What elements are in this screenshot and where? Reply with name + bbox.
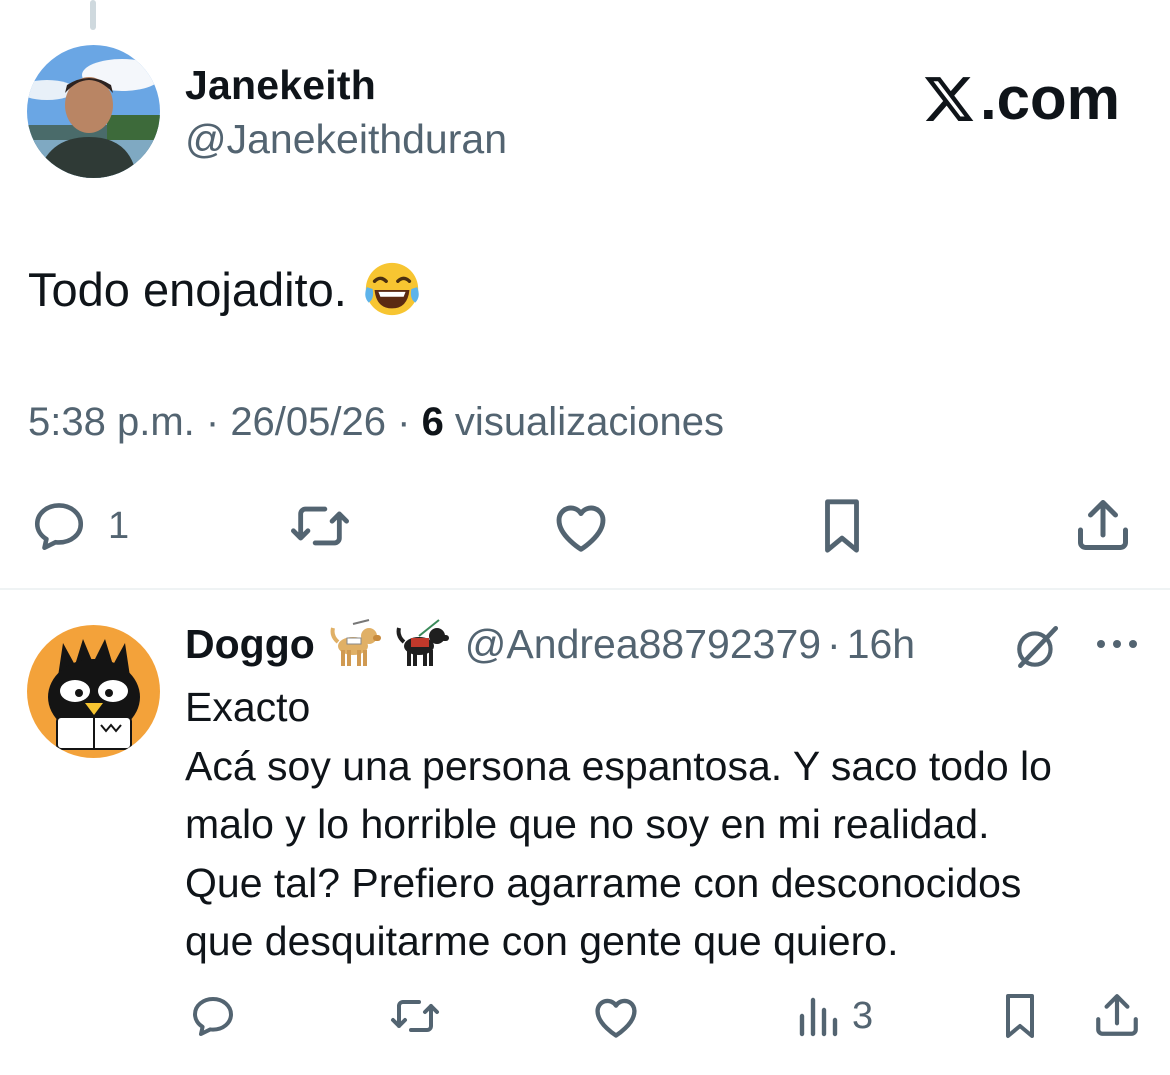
grok-button[interactable] [1012, 622, 1062, 677]
reply-time[interactable]: 16h [847, 621, 915, 668]
reply-line: Acá soy una persona espantosa. Y saco to… [185, 742, 1052, 789]
bookmark-icon [1006, 994, 1034, 1038]
reply-share-button[interactable] [1092, 990, 1142, 1040]
views-chart-icon [799, 997, 838, 1037]
bookmark-icon [825, 499, 859, 553]
service-dog-icon [396, 619, 449, 666]
tweet-date[interactable]: 26/05/26 [230, 400, 386, 444]
reply-line: Que tal? Prefiero agarrame con desconoci… [185, 859, 1022, 906]
tweet-text: Todo enojadito. [28, 258, 423, 320]
more-options-button[interactable] [1094, 637, 1140, 656]
tweet-time[interactable]: 5:38 p.m. [28, 400, 195, 444]
reply-icon [193, 997, 233, 1036]
reply-line: Exacto [185, 684, 311, 730]
reply-header: Doggo @Andrea88792379 · 16h [185, 618, 915, 670]
heart-icon [595, 998, 637, 1038]
tweet-metadata: 5:38 p.m. · 26/05/26 · 6 visualizaciones [28, 400, 724, 444]
reply-like-button[interactable] [590, 992, 642, 1040]
reply-author-handle[interactable]: @Andrea88792379 [465, 621, 821, 668]
reply-line: malo y lo horrible que no soy en mi real… [185, 801, 990, 847]
views-label: visualizaciones [443, 400, 724, 444]
reply-bookmark-button[interactable] [998, 992, 1042, 1040]
like-button[interactable] [550, 497, 612, 555]
brand-domain: .com [979, 65, 1120, 132]
face-with-tears-of-joy-icon [365, 262, 419, 316]
reply-repost-button[interactable] [384, 992, 446, 1040]
reply-line: que desquitarme con gente que quiero. [185, 918, 899, 964]
share-icon [1078, 500, 1128, 550]
reply-icon [34, 503, 84, 551]
more-horizontal-icon [1097, 640, 1137, 648]
reply-author-name[interactable]: Doggo [185, 621, 315, 668]
reply-text: Exacto Acá soy una persona espantosa. Y … [185, 678, 1155, 971]
reply-views-count: 3 [852, 994, 874, 1037]
share-icon [1096, 994, 1138, 1036]
author-display-name[interactable]: Janekeith [185, 62, 376, 109]
bookmark-button[interactable] [815, 497, 869, 555]
avatar[interactable] [27, 45, 160, 178]
author-handle[interactable]: @Janekeithduran [185, 116, 507, 163]
reply-views-button[interactable]: 3 [796, 992, 873, 1040]
x-brand-watermark: .com [922, 64, 1120, 133]
x-logo-icon [924, 76, 974, 121]
reply-count: 1 [108, 504, 130, 547]
share-button[interactable] [1072, 495, 1134, 555]
divider [0, 588, 1170, 590]
reply-button[interactable]: 1 [28, 497, 129, 555]
repost-icon [290, 506, 349, 546]
views-count: 6 [421, 400, 444, 444]
heart-icon [556, 505, 606, 552]
guide-dog-icon [330, 619, 381, 666]
reply-reply-button[interactable] [187, 992, 239, 1040]
reply-avatar[interactable] [27, 625, 160, 758]
repost-icon [391, 1000, 439, 1032]
repost-button[interactable] [283, 497, 357, 555]
thread-connector-line [90, 0, 96, 30]
grok-icon [1017, 625, 1059, 669]
tweet-body: Todo enojadito. [28, 262, 347, 316]
